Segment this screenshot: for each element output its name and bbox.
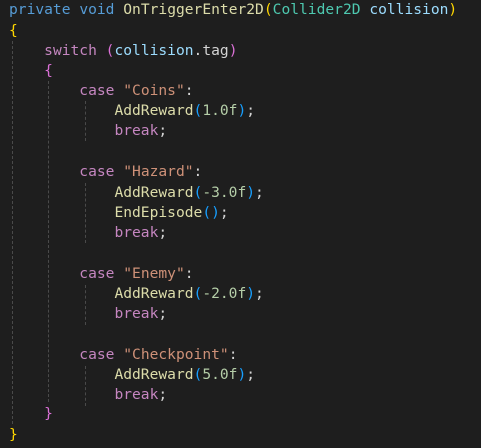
code-line-break[interactable]: break;	[9, 223, 167, 243]
call-name: EndEpisode	[114, 204, 203, 221]
call-close-paren: )	[211, 204, 220, 221]
break-keyword: break	[114, 386, 159, 403]
call-name: AddReward	[114, 366, 194, 383]
case-label: "Coins"	[123, 82, 185, 99]
switch-target: collision	[114, 42, 194, 59]
call-arg: 5.0f	[202, 366, 238, 383]
break-semicolon: ;	[158, 224, 168, 241]
call-semicolon: ;	[246, 366, 256, 383]
case-colon: :	[193, 163, 203, 180]
call-semicolon: ;	[219, 204, 229, 221]
switch-open-brace: {	[44, 62, 53, 79]
call-open-paren: (	[202, 204, 212, 221]
call-close-paren: )	[237, 102, 247, 119]
break-semicolon: ;	[158, 122, 168, 139]
switch-member: .tag	[193, 42, 229, 59]
call-arg: -2.0f	[202, 285, 247, 302]
method-close-brace: }	[9, 426, 18, 443]
break-keyword: break	[114, 122, 159, 139]
call-open-paren: (	[193, 285, 203, 302]
switch-keyword: switch	[44, 42, 97, 59]
code-line-switch-close[interactable]: }	[9, 404, 53, 424]
code-line-break[interactable]: break;	[9, 121, 167, 141]
code-line-case[interactable]: case "Hazard":	[9, 162, 202, 182]
modifier-keyword: private	[9, 1, 71, 18]
case-label: "Enemy"	[123, 265, 185, 282]
call-close-paren: )	[237, 366, 247, 383]
case-colon: :	[184, 265, 194, 282]
signature-close-paren: )	[448, 1, 458, 18]
call-arg: -3.0f	[202, 184, 247, 201]
call-semicolon: ;	[246, 102, 256, 119]
break-semicolon: ;	[158, 386, 168, 403]
code-line-break[interactable]: break;	[9, 304, 167, 324]
code-line-break[interactable]: break;	[9, 385, 167, 405]
call-open-paren: (	[193, 184, 203, 201]
case-keyword: case	[79, 163, 115, 180]
signature-open-paren: (	[263, 1, 273, 18]
case-colon: :	[184, 82, 194, 99]
switch-close-paren: )	[228, 42, 238, 59]
call-semicolon: ;	[255, 285, 264, 302]
code-line-case[interactable]: case "Coins":	[9, 81, 194, 101]
case-label: "Checkpoint"	[123, 346, 229, 363]
break-semicolon: ;	[158, 305, 168, 322]
call-name: AddReward	[114, 184, 194, 201]
case-keyword: case	[79, 346, 115, 363]
code-line-switch-open[interactable]: {	[9, 61, 53, 81]
case-keyword: case	[79, 82, 115, 99]
method-open-brace: {	[9, 22, 18, 39]
call-close-paren: )	[246, 184, 256, 201]
case-colon: :	[228, 346, 238, 363]
code-line-method-open[interactable]: {	[9, 21, 18, 41]
code-line-switch[interactable]: switch (collision.tag)	[9, 41, 238, 61]
param-name: collision	[369, 1, 449, 18]
call-open-paren: (	[193, 366, 203, 383]
code-line-call[interactable]: AddReward(1.0f);	[9, 101, 255, 121]
code-line-call[interactable]: EndEpisode();	[9, 203, 229, 223]
return-type-keyword: void	[79, 1, 115, 18]
code-line-call[interactable]: AddReward(-3.0f);	[9, 183, 264, 203]
case-label: "Hazard"	[123, 163, 194, 180]
call-name: AddReward	[114, 102, 194, 119]
call-close-paren: )	[246, 285, 256, 302]
code-line-method-close[interactable]: }	[9, 425, 18, 445]
case-keyword: case	[79, 265, 115, 282]
call-semicolon: ;	[255, 184, 264, 201]
code-line-call[interactable]: AddReward(5.0f);	[9, 365, 255, 385]
code-editor[interactable]: private void OnTriggerEnter2D(Collider2D…	[0, 0, 481, 448]
break-keyword: break	[114, 305, 159, 322]
call-open-paren: (	[193, 102, 203, 119]
break-keyword: break	[114, 224, 159, 241]
switch-close-brace: }	[44, 405, 53, 422]
code-line-case[interactable]: case "Checkpoint":	[9, 345, 237, 365]
method-name: OnTriggerEnter2D	[123, 1, 264, 18]
param-type: Collider2D	[272, 1, 361, 18]
code-line-method-signature[interactable]: private void OnTriggerEnter2D(Collider2D…	[9, 0, 457, 20]
call-arg: 1.0f	[202, 102, 238, 119]
code-line-case[interactable]: case "Enemy":	[9, 264, 194, 284]
code-line-call[interactable]: AddReward(-2.0f);	[9, 284, 264, 304]
call-name: AddReward	[114, 285, 194, 302]
